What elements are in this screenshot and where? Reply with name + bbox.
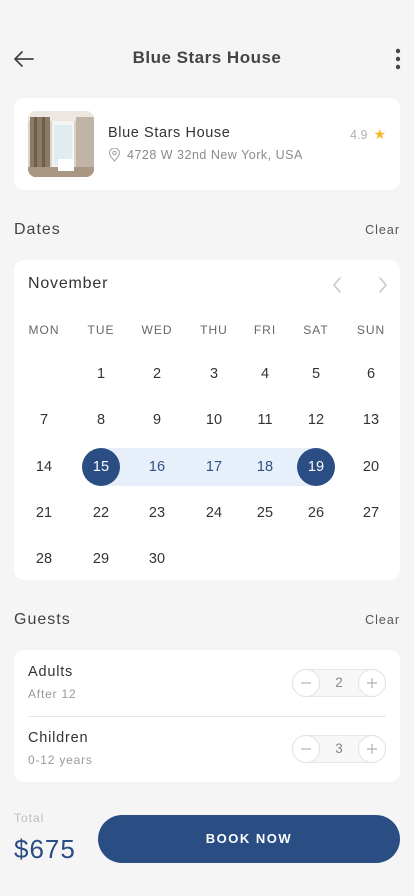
day-cell[interactable]: 30	[138, 540, 176, 578]
dates-section-title: Dates	[14, 221, 61, 238]
book-now-button[interactable]: BOOK NOW	[98, 815, 400, 863]
guests-section-title: Guests	[14, 611, 71, 628]
minus-icon	[301, 682, 311, 684]
chevron-right-icon	[379, 277, 387, 293]
day-cell[interactable]: 7	[25, 401, 63, 439]
children-increment-button[interactable]	[358, 735, 386, 763]
children-sublabel: 0-12 years	[28, 753, 93, 767]
hotel-rating: 4.9 ★	[350, 126, 386, 143]
adults-count: 2	[335, 675, 343, 690]
day-cell-range-start[interactable]: 15	[82, 448, 120, 486]
day-cell[interactable]: 22	[82, 494, 120, 532]
day-cell[interactable]: 12	[297, 401, 335, 439]
hotel-photo	[28, 111, 94, 177]
calendar-month: November	[28, 275, 109, 292]
day-cell-in-range[interactable]: 16	[138, 448, 176, 486]
hotel-name: Blue Stars House	[108, 125, 231, 141]
weekday-label: WED	[141, 323, 173, 337]
day-cell[interactable]: 28	[25, 540, 63, 578]
calendar-card: November MON TUE WED THU FRI SAT SUN 1 2 3 4 5 6 7 8 9 1…	[14, 260, 400, 580]
hotel-address-text: 4728 W 32nd New York, USA	[127, 148, 303, 162]
weekday-label: TUE	[87, 323, 115, 337]
day-cell[interactable]: 5	[297, 355, 335, 393]
adults-increment-button[interactable]	[358, 669, 386, 697]
rating-value: 4.9	[350, 127, 368, 142]
hotel-address: 4728 W 32nd New York, USA	[108, 148, 303, 162]
total-label: Total	[14, 811, 45, 825]
more-options-button[interactable]	[388, 44, 408, 74]
day-cell[interactable]: 3	[195, 355, 233, 393]
total-price: $675	[14, 834, 76, 864]
day-cell[interactable]: 20	[352, 448, 390, 486]
day-cell[interactable]: 21	[25, 494, 63, 532]
plus-icon	[367, 744, 377, 754]
day-cell[interactable]: 26	[297, 494, 335, 532]
hotel-card[interactable]: Blue Stars House 4728 W 32nd New York, U…	[14, 98, 400, 190]
day-cell[interactable]: 4	[246, 355, 284, 393]
star-icon: ★	[373, 126, 386, 142]
day-cell[interactable]: 11	[246, 401, 284, 439]
day-cell[interactable]: 9	[138, 401, 176, 439]
day-cell-in-range[interactable]: 18	[246, 448, 284, 486]
day-cell-in-range[interactable]: 17	[195, 448, 233, 486]
day-cell[interactable]: 14	[25, 448, 63, 486]
next-month-button[interactable]	[372, 274, 394, 296]
adults-decrement-button[interactable]	[292, 669, 320, 697]
weekday-label: SUN	[356, 323, 386, 337]
guests-clear-button[interactable]: Clear	[365, 613, 400, 627]
weekday-label: MON	[28, 323, 60, 337]
dates-clear-button[interactable]: Clear	[365, 223, 400, 237]
plus-icon	[367, 678, 377, 688]
location-pin-icon	[108, 148, 121, 162]
day-cell[interactable]: 29	[82, 540, 120, 578]
day-cell[interactable]: 10	[195, 401, 233, 439]
day-cell[interactable]: 6	[352, 355, 390, 393]
weekday-label: FRI	[253, 323, 277, 337]
day-cell[interactable]: 1	[82, 355, 120, 393]
adults-stepper: 2	[292, 669, 386, 697]
children-count: 3	[335, 741, 343, 756]
day-cell-range-end[interactable]: 19	[297, 448, 335, 486]
children-stepper: 3	[292, 735, 386, 763]
adults-label: Adults	[28, 664, 74, 680]
adults-sublabel: After 12	[28, 687, 77, 701]
guests-card: Adults After 12 2 Children 0-12 years 3	[14, 650, 400, 782]
children-decrement-button[interactable]	[292, 735, 320, 763]
day-cell[interactable]: 13	[352, 401, 390, 439]
page-title: Blue Stars House	[132, 48, 282, 67]
more-vertical-icon	[395, 48, 401, 70]
weekday-label: THU	[200, 323, 228, 337]
chevron-left-icon	[333, 277, 341, 293]
minus-icon	[301, 748, 311, 750]
prev-month-button[interactable]	[326, 274, 348, 296]
day-cell[interactable]: 24	[195, 494, 233, 532]
guests-divider	[28, 716, 386, 717]
day-cell[interactable]: 8	[82, 401, 120, 439]
day-cell[interactable]: 27	[352, 494, 390, 532]
day-cell[interactable]: 23	[138, 494, 176, 532]
children-label: Children	[28, 730, 89, 746]
day-cell[interactable]: 2	[138, 355, 176, 393]
day-cell[interactable]: 25	[246, 494, 284, 532]
weekday-label: SAT	[303, 323, 329, 337]
